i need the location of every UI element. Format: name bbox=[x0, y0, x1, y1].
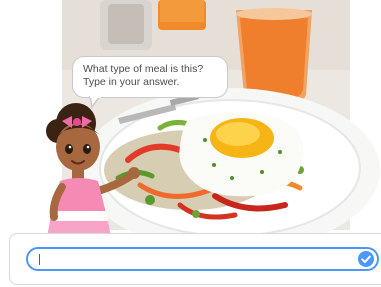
speech-bubble: What type of meal is this? Type in your … bbox=[72, 56, 228, 98]
answer-panel bbox=[9, 233, 381, 285]
answer-input[interactable] bbox=[26, 247, 379, 271]
submit-answer-button[interactable] bbox=[358, 251, 374, 267]
question-line-1: What type of meal is this? bbox=[83, 63, 204, 75]
check-icon bbox=[361, 255, 371, 263]
text-caret bbox=[39, 254, 40, 265]
juice-glass-small bbox=[158, 0, 206, 30]
jar-image bbox=[100, 0, 152, 50]
stage: What type of meal is this? Type in your … bbox=[0, 0, 381, 287]
question-line-2: Type in your answer. bbox=[83, 76, 180, 88]
fried-egg bbox=[179, 112, 304, 197]
